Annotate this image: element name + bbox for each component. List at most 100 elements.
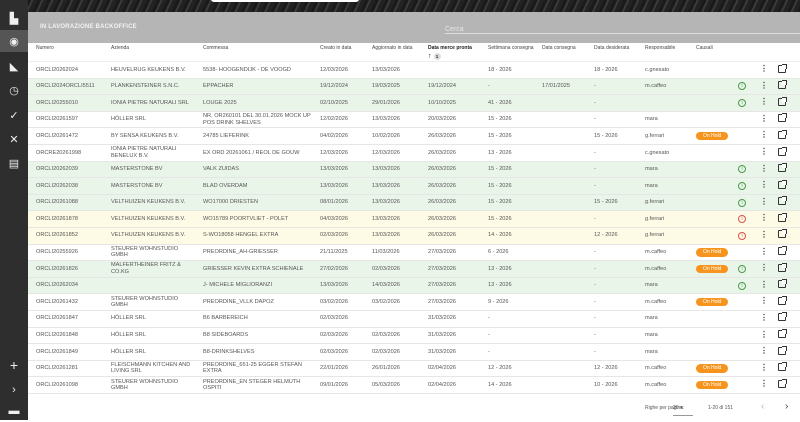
info-icon[interactable]: i (738, 98, 746, 107)
more-vert-icon[interactable]: ⋮ (760, 147, 768, 156)
more-vert-icon[interactable]: ⋮ (760, 346, 768, 355)
table-row[interactable]: ORCLI20262034 J- MICHELE MIGLIORANZI 13/03… (28, 277, 800, 295)
more-vert-icon[interactable]: ⋮ (760, 247, 768, 256)
table-row[interactable]: ORCLI20262038 MASTERSTONE BV BLAD OVERDAM 1… (28, 177, 800, 195)
warning-icon[interactable]: i (738, 215, 746, 224)
table-row[interactable]: ORCLI20261597 HÖLLER SRL NR. OR260101 DEL … (28, 111, 800, 129)
table-row[interactable]: ORCLI20262024 HEUVELRUG KEUKENS B.V. 5538-… (28, 61, 800, 79)
table-row[interactable]: ORCLI20261849 HÖLLER SRL B8-DRINKSHELVES 02… (28, 343, 800, 361)
cell-causali (688, 277, 738, 295)
info-icon[interactable]: i (738, 281, 746, 290)
open-external-icon[interactable] (778, 229, 787, 239)
open-external-icon[interactable] (778, 63, 787, 73)
open-external-icon[interactable] (778, 163, 787, 173)
more-vert-icon[interactable]: ⋮ (760, 180, 768, 189)
table-row[interactable]: ORCLI20255010 IONIA PIETRE NATURALI SRL LO… (28, 94, 800, 112)
table-row[interactable]: ORCLI20261432 STEURER WOHNSTUDIO GMBH PREO… (28, 293, 800, 311)
more-vert-icon[interactable]: ⋮ (760, 164, 768, 173)
open-external-icon[interactable] (778, 246, 787, 256)
more-vert-icon[interactable]: ⋮ (760, 64, 768, 73)
table-row[interactable]: ORCLI20262039 MASTERSTONE BV VALK ZUIDAS 13… (28, 161, 800, 179)
table-row[interactable]: ORCLI20261098 STEURER WOHNSTUDIO GMBH PREO… (28, 376, 800, 394)
more-vert-icon[interactable]: ⋮ (760, 280, 768, 289)
open-external-icon[interactable] (778, 80, 787, 90)
column-header[interactable]: Data merce pronta ↑ 1 (420, 43, 480, 62)
prev-page-button[interactable]: ‹ (761, 401, 764, 412)
table-row[interactable]: ORCLI20261847 HÖLLER SRL B6 BARBEREICH 02/0… (28, 310, 800, 328)
info-icon[interactable]: i (738, 181, 746, 190)
next-page-button[interactable]: › (785, 401, 788, 412)
open-external-icon[interactable] (778, 96, 787, 106)
table-row[interactable]: ORCLI20261472 BY SENSA KEUKENS B.V. 24785 … (28, 127, 800, 145)
info-icon[interactable]: i (738, 165, 746, 174)
column-header[interactable]: Aggiornato in data (364, 43, 420, 62)
search-input[interactable] (445, 22, 785, 33)
open-external-icon[interactable] (778, 279, 787, 289)
table-row[interactable]: ORCLI20261852 VELTHUIZEN KEUKENS B.V. S-WO… (28, 227, 800, 245)
column-header[interactable]: Commessa (195, 43, 312, 62)
table-row[interactable]: ORCLI20255926 STEURER WOHNSTUDIO GMBH PREO… (28, 244, 800, 262)
orders-icon[interactable]: ◉ (0, 30, 28, 52)
column-header[interactable]: Numero (28, 43, 103, 62)
archive-icon[interactable]: ▤ (0, 152, 28, 174)
table-row[interactable]: ORCLI20261878 VELTHUIZEN KEUKENS B.V. WO15… (28, 210, 800, 228)
open-external-icon[interactable] (778, 378, 787, 388)
more-vert-icon[interactable]: ⋮ (760, 114, 768, 123)
more-vert-icon[interactable]: ⋮ (760, 263, 768, 272)
table-row[interactable]: ORCLI20261088 VELTHUIZEN KEUKENS B.V. WO17… (28, 194, 800, 212)
column-header[interactable]: Data consegna (534, 43, 586, 62)
open-external-icon[interactable] (778, 362, 787, 372)
cell-aggiornato: 02/03/2026 (364, 327, 420, 345)
open-external-icon[interactable] (778, 312, 787, 322)
open-external-icon[interactable] (778, 345, 787, 355)
sort-indicator[interactable]: ↑ 1 (428, 53, 441, 60)
dashboard-icon[interactable]: ▙ (0, 7, 28, 29)
open-external-icon[interactable] (778, 329, 787, 339)
open-external-icon[interactable] (778, 295, 787, 305)
table-row[interactable]: ORCLI2024ORCLI5511 PLANKENSTEINER S.N.C. E… (28, 78, 800, 96)
column-header[interactable]: Responsabile (637, 43, 688, 62)
open-external-icon[interactable] (778, 212, 787, 222)
ruler-icon[interactable]: ◣ (0, 55, 28, 77)
column-header-label: Responsabile (645, 45, 676, 51)
open-external-icon[interactable] (778, 146, 787, 156)
info-icon[interactable]: i (738, 198, 746, 207)
column-header[interactable]: Settimana consegna (480, 43, 534, 62)
search-box[interactable]: ⚲ (445, 18, 800, 34)
open-external-icon[interactable] (778, 113, 787, 123)
more-vert-icon[interactable]: ⋮ (760, 363, 768, 372)
more-vert-icon[interactable]: ⋮ (760, 379, 768, 388)
column-header[interactable]: Causali (688, 43, 738, 62)
more-vert-icon[interactable]: ⋮ (760, 130, 768, 139)
table-row[interactable]: ORCLI20261848 HÖLLER SRL B8 SIDEBOARDS 02/0… (28, 327, 800, 345)
open-external-icon[interactable] (778, 129, 787, 139)
info-icon[interactable]: i (738, 264, 746, 273)
chevron-right-icon[interactable]: › (0, 379, 28, 401)
tools-icon[interactable]: ✕ (0, 128, 28, 150)
table-row[interactable]: ORCLI20261826 MALFERTHEINER FRITZ & CO.KG… (28, 260, 800, 278)
warning-icon[interactable]: i (738, 231, 746, 240)
more-vert-icon[interactable]: ⋮ (760, 213, 768, 222)
table-row[interactable]: ORCLI20261281 FLEISCHMANN KITCHEN AND LIV… (28, 360, 800, 378)
open-external-icon[interactable] (778, 262, 787, 272)
more-vert-icon[interactable]: ⋮ (760, 81, 768, 90)
clock-icon[interactable]: ◷ (0, 79, 28, 101)
plus-icon[interactable]: + (0, 354, 28, 376)
open-external-icon[interactable] (778, 196, 787, 206)
column-header[interactable]: Data desiderata (586, 43, 637, 62)
column-header[interactable]: Azienda (103, 43, 195, 62)
more-vert-icon[interactable]: ⋮ (760, 296, 768, 305)
more-vert-icon[interactable]: ⋮ (760, 230, 768, 239)
info-icon[interactable]: i (738, 82, 746, 91)
more-vert-icon[interactable]: ⋮ (760, 97, 768, 106)
more-vert-icon[interactable]: ⋮ (760, 330, 768, 339)
check-circle-icon[interactable]: ✓ (0, 104, 28, 126)
footer-icon[interactable]: ▬ (0, 400, 28, 422)
more-vert-icon[interactable]: ⋮ (760, 313, 768, 322)
column-header[interactable]: Creato in data (312, 43, 364, 62)
table-row[interactable]: ORCRE20261998 IONIA PIETRE NATURALI BENEL… (28, 144, 800, 162)
open-external-icon[interactable] (778, 179, 787, 189)
more-vert-icon[interactable]: ⋮ (760, 197, 768, 206)
rows-per-page-select[interactable]: 20 ▾ (673, 405, 693, 416)
cell-azienda: PLANKENSTEINER S.N.C. (103, 78, 195, 96)
